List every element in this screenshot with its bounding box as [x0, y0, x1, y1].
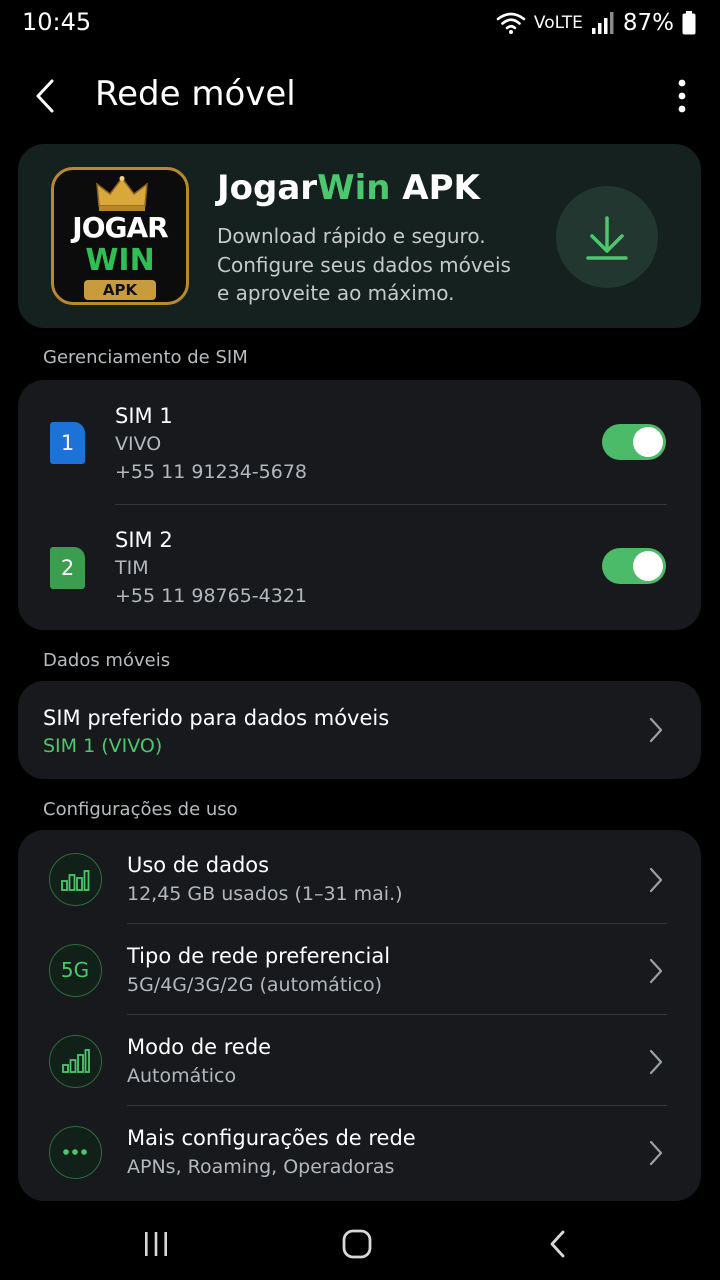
more-dots-icon: [49, 1126, 102, 1179]
cellular-signal-icon: [591, 12, 614, 34]
sim-1-number: +55 11 91234-5678: [115, 461, 308, 483]
navigation-bar: [0, 1205, 720, 1280]
network-type-subtitle: 5G/4G/3G/2G (automático): [127, 974, 383, 996]
sim-2-number: +55 11 98765-4321: [115, 585, 308, 607]
battery-icon: [682, 11, 696, 35]
more-network-settings-row[interactable]: Mais configurações de rede APNs, Roaming…: [18, 1106, 701, 1197]
data-usage-row[interactable]: Uso de dados 12,45 GB usados (1–31 mai.): [18, 833, 701, 924]
sim-2-badge: 2: [50, 547, 85, 589]
chevron-right-icon: [649, 717, 663, 743]
sim-row-2[interactable]: 2 SIM 2 TIM +55 11 98765-4321: [18, 505, 701, 629]
chevron-right-icon: [649, 958, 663, 984]
network-type-title: Tipo de rede preferencial: [127, 944, 391, 968]
logo-badge: APK: [84, 280, 156, 300]
sim-row-1[interactable]: 1 SIM 1 VIVO +55 11 91234-5678: [18, 380, 701, 504]
preferred-sim-value: SIM 1 (VIVO): [43, 735, 163, 757]
usage-settings-card: Uso de dados 12,45 GB usados (1–31 mai.)…: [18, 830, 701, 1201]
status-bar: 10:45 VoLTE 87%: [0, 0, 720, 46]
5g-icon: 5G: [49, 944, 102, 997]
sim-2-carrier: TIM: [115, 557, 149, 579]
logo-text-bottom: WIN: [85, 243, 155, 278]
volte-indicator: VoLTE: [533, 13, 583, 33]
network-type-row[interactable]: 5G Tipo de rede preferencial 5G/4G/3G/2G…: [18, 924, 701, 1015]
data-usage-subtitle: 12,45 GB usados (1–31 mai.): [127, 883, 403, 905]
promo-desc-line: Download rápido e seguro.: [217, 224, 486, 248]
bar-chart-icon: [49, 853, 102, 906]
sim-2-toggle[interactable]: [602, 548, 666, 584]
toggle-knob: [633, 551, 663, 581]
app-bar: Rede móvel: [0, 60, 720, 132]
recent-apps-icon[interactable]: [141, 1229, 171, 1259]
back-arrow-icon[interactable]: [22, 72, 70, 120]
more-network-title: Mais configurações de rede: [127, 1126, 416, 1150]
sim-1-toggle[interactable]: [602, 424, 666, 460]
chevron-right-icon: [649, 867, 663, 893]
sim-1-badge: 1: [50, 422, 85, 464]
sim-2-title: SIM 2: [115, 528, 173, 552]
5g-icon-label: 5G: [60, 958, 90, 982]
toggle-knob: [633, 427, 663, 457]
more-options-icon[interactable]: [670, 76, 694, 116]
status-icons: VoLTE 87%: [496, 8, 696, 38]
promo-desc-line: e aproveite ao máximo.: [217, 281, 455, 305]
chevron-right-icon: [649, 1140, 663, 1166]
crown-icon: [96, 176, 148, 211]
promo-title-suffix: APK: [390, 168, 480, 208]
preferred-data-sim-row[interactable]: SIM preferido para dados móveis SIM 1 (V…: [18, 681, 701, 779]
section-label-data: Dados móveis: [43, 650, 171, 671]
page-title: Rede móvel: [95, 74, 296, 114]
promo-description: Download rápido e seguro. Configure seus…: [217, 222, 537, 308]
network-mode-row[interactable]: Modo de rede Automático: [18, 1015, 701, 1106]
back-nav-icon[interactable]: [543, 1227, 573, 1261]
section-label-sim: Gerenciamento de SIM: [43, 347, 248, 368]
more-network-subtitle: APNs, Roaming, Operadoras: [127, 1156, 395, 1178]
home-icon[interactable]: [340, 1227, 374, 1261]
chevron-right-icon: [649, 1049, 663, 1075]
sim-1-title: SIM 1: [115, 404, 173, 428]
sim-management-card: 1 SIM 1 VIVO +55 11 91234-5678 2 SIM 2 T…: [18, 380, 701, 630]
download-icon: [586, 216, 628, 260]
data-usage-title: Uso de dados: [127, 853, 270, 877]
app-logo: JOGAR WIN APK: [51, 167, 189, 305]
wifi-icon: [496, 12, 526, 34]
download-button[interactable]: [556, 186, 658, 288]
battery-percent: 87%: [622, 10, 674, 36]
promo-desc-line: Configure seus dados móveis: [217, 252, 511, 277]
promo-banner[interactable]: JOGAR WIN APK JogarWin APK Download rápi…: [18, 144, 701, 328]
section-label-usage: Configurações de uso: [43, 799, 238, 820]
promo-title-part: Jogar: [217, 168, 318, 208]
promo-title-accent: Win: [317, 168, 391, 208]
preferred-sim-title: SIM preferido para dados móveis: [43, 706, 390, 730]
network-mode-subtitle: Automático: [127, 1065, 237, 1087]
network-mode-title: Modo de rede: [127, 1035, 272, 1059]
logo-text-top: JOGAR: [72, 211, 168, 244]
signal-bars-icon: [49, 1035, 102, 1088]
sim-1-carrier: VIVO: [115, 433, 162, 455]
status-time: 10:45: [22, 8, 92, 36]
promo-title: JogarWin APK: [217, 168, 480, 208]
